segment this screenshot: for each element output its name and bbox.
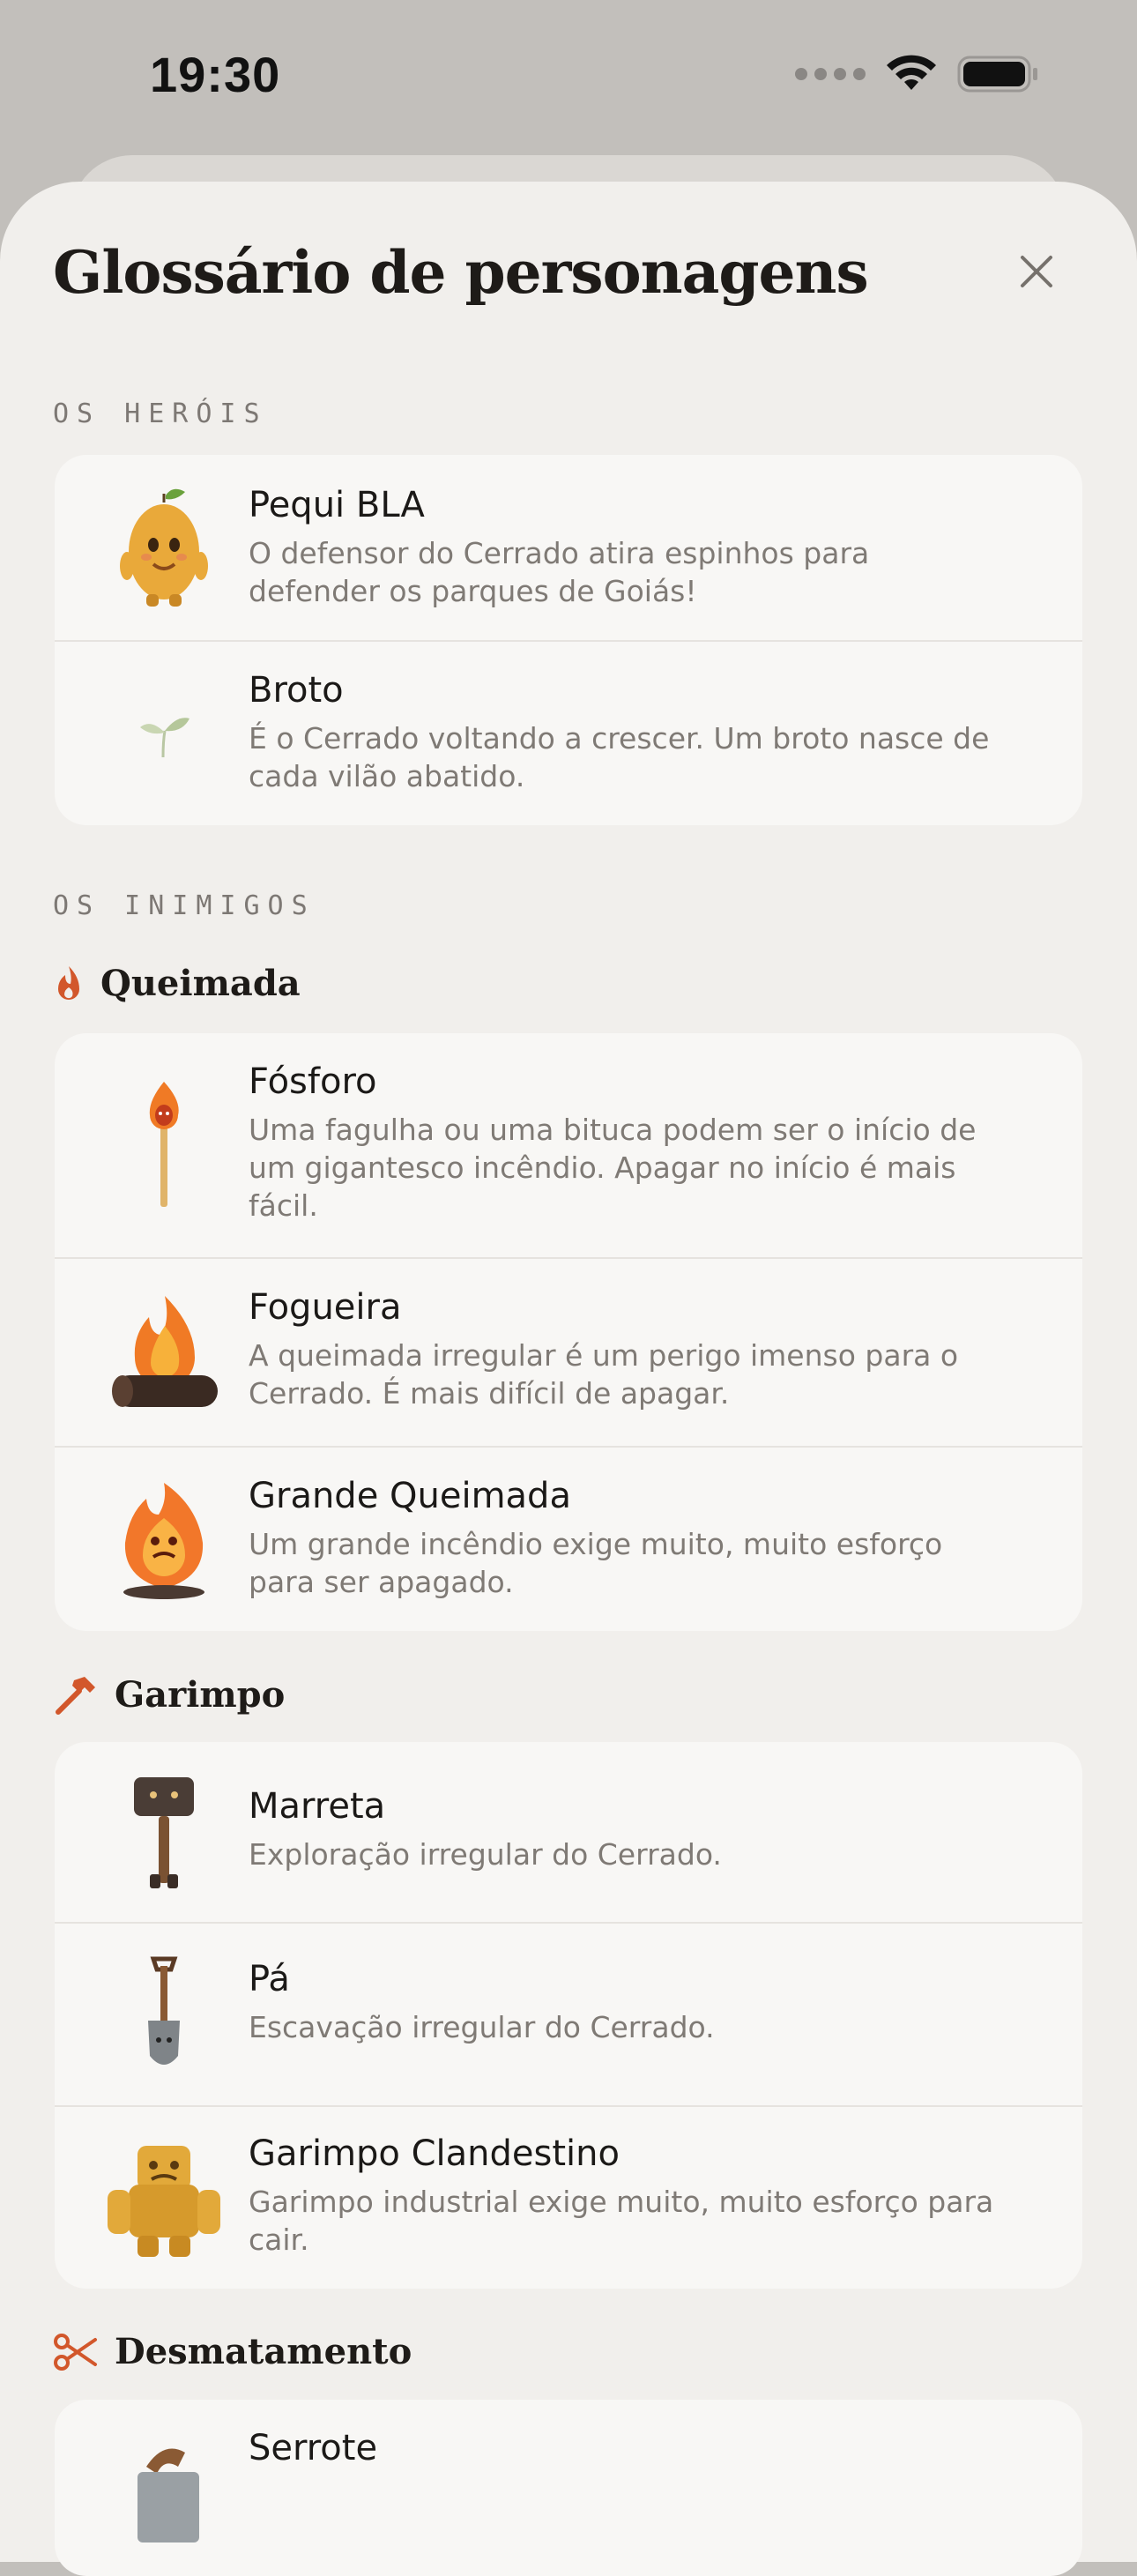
pequi-character-icon [93,478,234,619]
list-item[interactable]: Broto É o Cerrado voltando a crescer. Um… [55,642,1082,825]
sledgehammer-character-icon [93,1760,234,1901]
character-name: Serrote [249,2428,378,2468]
list-item[interactable]: Fósforo Uma fagulha ou uma bituca podem … [55,1033,1082,1259]
list-item[interactable]: Grande Queimada Um grande incêndio exige… [55,1448,1082,1631]
character-description: É o Cerrado voltando a crescer. Um broto… [249,721,990,793]
saw-character-icon [93,2423,234,2564]
group-title: Garimpo [115,1673,286,1716]
list-item[interactable]: Pequi BLA O defensor do Cerrado atira es… [55,455,1082,642]
wifi-icon [887,55,936,90]
group-title: Desmatamento [115,2331,412,2372]
character-name: Marreta [249,1786,386,1827]
status-bar: 19:30 [0,0,1137,150]
close-button[interactable] [1010,245,1063,298]
match-character-icon [93,1074,234,1215]
group-title: Queimada [100,963,301,1004]
close-icon [1021,256,1052,287]
status-icons [795,55,1040,93]
hammer-icon [56,1677,95,1715]
list-item[interactable]: Marreta Exploração irregular do Cerrado. [55,1742,1082,1924]
bonfire-character-icon [93,1282,234,1423]
flame-icon [58,965,79,1000]
section-label-enemies: OS INIMIGOS [53,890,316,921]
scissors-icon [54,2333,97,2371]
character-description: Escavação irregular do Cerrado. [249,2010,715,2044]
character-name: Fósforo [249,1061,377,1102]
group-heading-garimpo: Garimpo [53,1673,285,1716]
battery-icon [957,56,1037,93]
character-name: Broto [249,670,344,711]
cellular-signal-icon [795,68,866,80]
section-label-heroes: OS HERÓIS [53,398,268,429]
character-description: O defensor do Cerrado atira espinhos par… [249,536,870,608]
character-name: Garimpo Clandestino [249,2133,620,2174]
group-heading-desmatamento: Desmatamento [53,2331,412,2372]
garimpo-card: Marreta Exploração irregular do Cerrado.… [55,1742,1082,2289]
character-description: Garimpo industrial exige muito, muito es… [249,2185,994,2257]
status-time: 19:30 [150,47,281,102]
character-description: A queimada irregular é um perigo imenso … [249,1338,959,1411]
list-item[interactable]: Pá Escavação irregular do Cerrado. [55,1924,1082,2107]
page-title: Glossário de personagens [53,238,869,307]
wildfire-character-icon [93,1470,234,1612]
desmatamento-card: Serrote [55,2400,1082,2576]
gold-golem-character-icon [93,2128,234,2269]
queimada-card: Fósforo Uma fagulha ou uma bituca podem … [55,1033,1082,1631]
character-name: Pequi BLA [249,485,425,525]
character-description: Um grande incêndio exige muito, muito es… [249,1527,943,1599]
character-name: Fogueira [249,1287,402,1328]
list-item[interactable]: Garimpo Clandestino Garimpo industrial e… [55,2107,1082,2289]
sprout-icon [93,665,234,806]
character-name: Pá [249,1959,290,1999]
heroes-card: Pequi BLA O defensor do Cerrado atira es… [55,455,1082,825]
list-item[interactable]: Serrote [55,2400,1082,2576]
shovel-character-icon [93,1945,234,2086]
character-description: Uma fagulha ou uma bituca podem ser o in… [249,1113,977,1223]
character-name: Grande Queimada [249,1476,571,1516]
group-heading-queimada: Queimada [53,963,301,1004]
character-description: Exploração irregular do Cerrado. [249,1837,722,1872]
list-item[interactable]: Fogueira A queimada irregular é um perig… [55,1259,1082,1448]
